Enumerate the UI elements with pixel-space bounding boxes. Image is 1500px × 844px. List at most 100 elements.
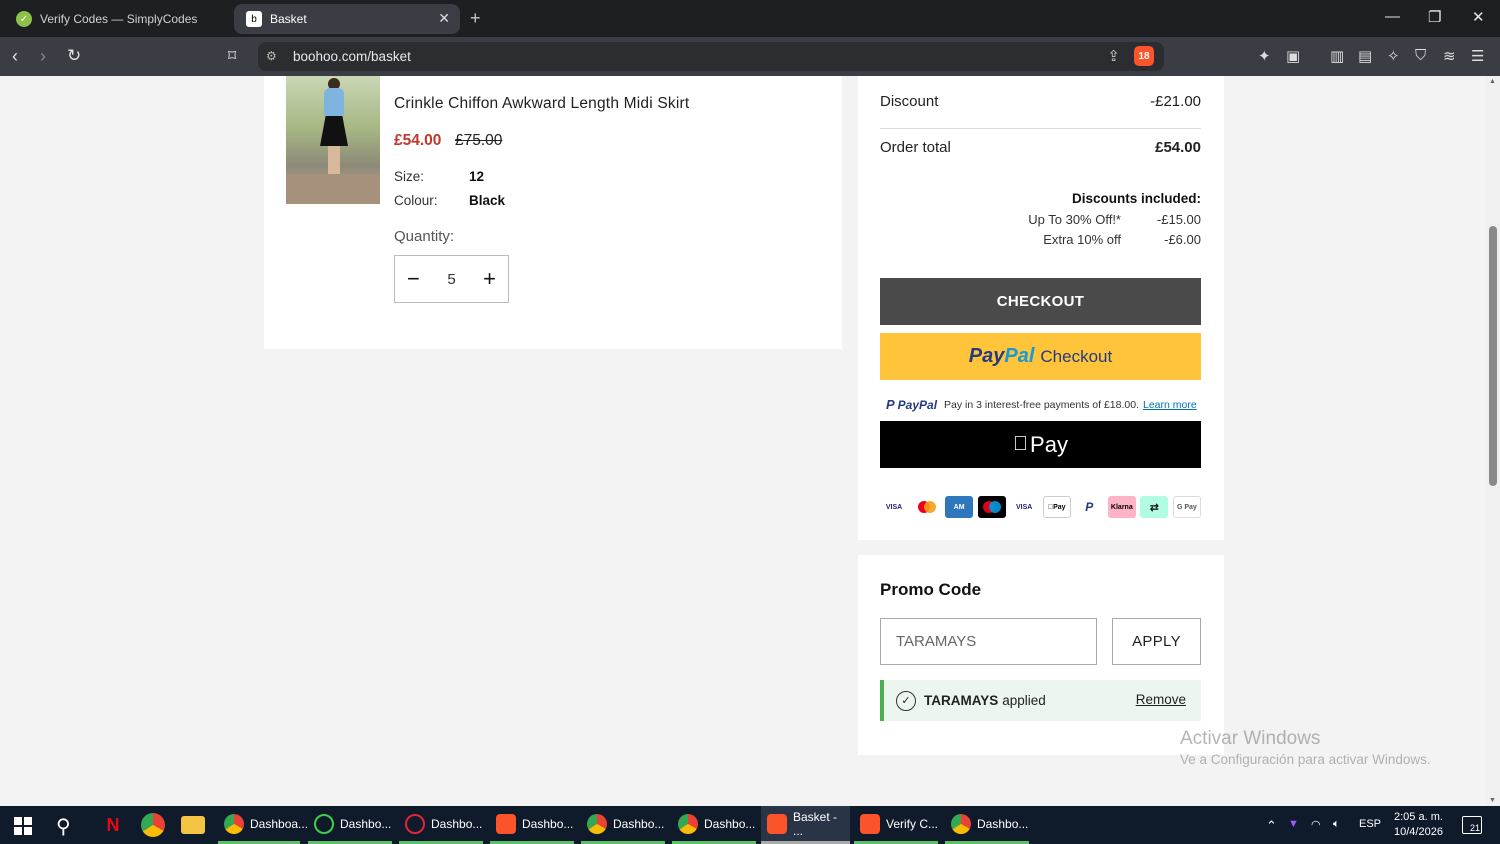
taskbar-item-active[interactable]: Basket - ... xyxy=(761,806,850,844)
extensions-icon[interactable]: ✦ xyxy=(1258,47,1271,65)
apple-pay-icon: Pay xyxy=(1042,496,1071,518)
promo-code-card: Promo Code APPLY ✓ TARAMAYS applied Remo… xyxy=(858,555,1224,755)
brave-icon xyxy=(496,813,516,834)
new-tab-icon[interactable]: + xyxy=(470,8,481,29)
paypal-pay-later-message: P PayPal Pay in 3 interest-free payments… xyxy=(886,397,1197,412)
colour-value: Black xyxy=(469,193,506,208)
remove-promo-link[interactable]: Remove xyxy=(1136,692,1186,707)
basket-item-card: Crinkle Chiffon Awkward Length Midi Skir… xyxy=(264,76,842,349)
scrollbar-thumb[interactable] xyxy=(1489,226,1497,486)
checkout-button[interactable]: CHECKOUT xyxy=(880,278,1201,325)
clearpay-icon: ⇄ xyxy=(1140,496,1169,518)
tab-groups-icon[interactable]: ▣ xyxy=(1286,47,1300,65)
taskbar-item[interactable]: Dashboa... xyxy=(218,806,308,844)
site-settings-icon[interactable]: ⚙ xyxy=(266,49,277,63)
minimize-icon[interactable]: — xyxy=(1385,8,1400,25)
volume-icon[interactable]: 🔈︎ xyxy=(1333,818,1340,831)
taskbar-item[interactable]: Dashbo... xyxy=(308,806,392,844)
taskbar-item[interactable]: Dashbo... xyxy=(581,806,665,844)
promo-applied-banner: ✓ TARAMAYS applied Remove xyxy=(880,680,1201,721)
notifications-icon[interactable]: 21 xyxy=(1462,816,1482,834)
taskbar-item[interactable]: Dashbo... xyxy=(490,806,574,844)
windows-start-icon[interactable] xyxy=(14,817,32,835)
page-scrollbar[interactable]: ▲ ▼ xyxy=(1486,76,1500,806)
opera-icon xyxy=(405,813,425,834)
apple-pay-text: Pay xyxy=(1022,431,1068,457)
size-value: 12 xyxy=(469,169,485,184)
apply-button[interactable]: APPLY xyxy=(1112,618,1201,665)
learn-more-link[interactable]: Learn more xyxy=(1143,399,1197,411)
bookmark-icon[interactable]: ⌑ xyxy=(228,46,236,66)
taskbar-item[interactable]: Dashbo... xyxy=(945,806,1029,844)
paypal-icon: P xyxy=(886,397,895,412)
tab-verify-codes[interactable]: ✓ Verify Codes — SimplyCodes xyxy=(4,4,230,34)
visa-icon: VISA xyxy=(885,503,903,511)
leo-ai-icon[interactable]: ✧ xyxy=(1387,47,1400,65)
discount-line: Extra 10% off -£6.00 xyxy=(1013,232,1201,247)
scroll-down-icon[interactable]: ▼ xyxy=(1489,797,1496,804)
applied-code: TARAMAYS xyxy=(924,693,999,708)
back-icon[interactable]: ‹ xyxy=(12,46,18,67)
decrease-quantity-icon[interactable]: − xyxy=(407,268,420,290)
order-total-row: Order total £54.00 xyxy=(880,139,1201,156)
scroll-up-icon[interactable]: ▲ xyxy=(1489,78,1496,85)
restore-icon[interactable]: ❐ xyxy=(1428,8,1441,26)
vpn-icon[interactable]: ⛉ xyxy=(1415,47,1426,64)
chrome-icon xyxy=(224,813,244,834)
taskbar-item[interactable]: Verify C... xyxy=(854,806,938,844)
taskbar-item-label: Dashbo... xyxy=(613,816,665,831)
brave-icon xyxy=(767,813,787,834)
taskbar-item-label: Dashbo... xyxy=(977,816,1029,831)
klarna-icon: Klarna xyxy=(1107,496,1136,518)
price-now: £54.00 xyxy=(394,132,442,149)
windows-activation-subtitle: Ve a Configuración para activar Windows. xyxy=(1180,752,1431,767)
menu-icon[interactable]: ☰ xyxy=(1471,47,1484,65)
close-tab-icon[interactable]: ✕ xyxy=(438,10,450,27)
clock-time: 2:05 a. m. xyxy=(1394,811,1443,823)
visa-electron-icon: VISA xyxy=(1016,503,1033,511)
taskbar-item-label: Dashbo... xyxy=(522,816,574,831)
forward-icon[interactable]: › xyxy=(40,46,46,67)
wifi-icon[interactable]: ◠ xyxy=(1311,818,1321,831)
discount-label: Discount xyxy=(880,93,939,110)
paylater-text: Pay in 3 interest-free payments of £18.0… xyxy=(944,398,1139,411)
close-window-icon[interactable]: ✕ xyxy=(1472,8,1485,26)
system-clock[interactable]: 2:05 a. m. 10/4/2026 xyxy=(1394,810,1443,840)
discount-line: Up To 30% Off!* -£15.00 xyxy=(1013,212,1201,227)
promo-title: Promo Code xyxy=(880,580,982,599)
taskbar-item[interactable]: Dashbo... xyxy=(672,806,756,844)
brave-shields-icon[interactable]: 18 xyxy=(1134,46,1154,66)
search-icon[interactable]: ⚲ xyxy=(56,814,71,839)
taskbar-item-label: Verify C... xyxy=(886,816,939,831)
paypal-small-icon: P xyxy=(1085,500,1094,514)
windows-taskbar: ⚲ N Dashboa... Dashbo... Dashbo... Dashb… xyxy=(0,806,1500,844)
vpn-tray-icon[interactable]: ▼ xyxy=(1288,818,1299,830)
mastercard-icon xyxy=(913,496,941,518)
quantity-stepper: − 5 + xyxy=(394,255,509,303)
taskbar-item[interactable]: Dashbo... xyxy=(399,806,483,844)
paypal-checkout-button[interactable]: Pay Pal Checkout xyxy=(880,333,1201,380)
address-bar[interactable]: ⚙ boohoo.com/basket ⇪ 18 xyxy=(258,42,1164,71)
wallet-icon[interactable]: ▤ xyxy=(1358,47,1372,65)
tab-basket[interactable]: b Basket ✕ xyxy=(234,4,460,34)
netflix-icon[interactable]: N xyxy=(101,813,125,837)
apple-pay-button[interactable]:  Pay xyxy=(880,421,1201,468)
product-title[interactable]: Crinkle Chiffon Awkward Length Midi Skir… xyxy=(394,95,689,113)
browser-titlebar: ✓ Verify Codes — SimplyCodes b Basket ✕ … xyxy=(0,0,1500,37)
increase-quantity-icon[interactable]: + xyxy=(483,268,496,290)
promo-code-input[interactable] xyxy=(880,618,1097,665)
reload-icon[interactable]: ↻ xyxy=(67,46,81,66)
file-explorer-icon[interactable] xyxy=(181,816,205,834)
language-indicator[interactable]: ESP xyxy=(1359,818,1381,830)
product-image[interactable] xyxy=(286,76,380,204)
quantity-value[interactable]: 5 xyxy=(447,271,455,288)
show-hidden-icons-icon[interactable]: ⌃ xyxy=(1266,818,1277,834)
google-pay-icon: G Pay xyxy=(1172,496,1201,518)
share-icon[interactable]: ⇪ xyxy=(1107,47,1120,65)
taskbar-item-label: Dashbo... xyxy=(431,816,483,831)
sidebar-icon[interactable]: ▥ xyxy=(1330,47,1344,65)
opera-gx-icon xyxy=(314,813,334,834)
chrome-icon[interactable] xyxy=(141,813,165,837)
order-total-label: Order total xyxy=(880,139,951,156)
rewards-icon[interactable]: ≋ xyxy=(1443,47,1456,65)
